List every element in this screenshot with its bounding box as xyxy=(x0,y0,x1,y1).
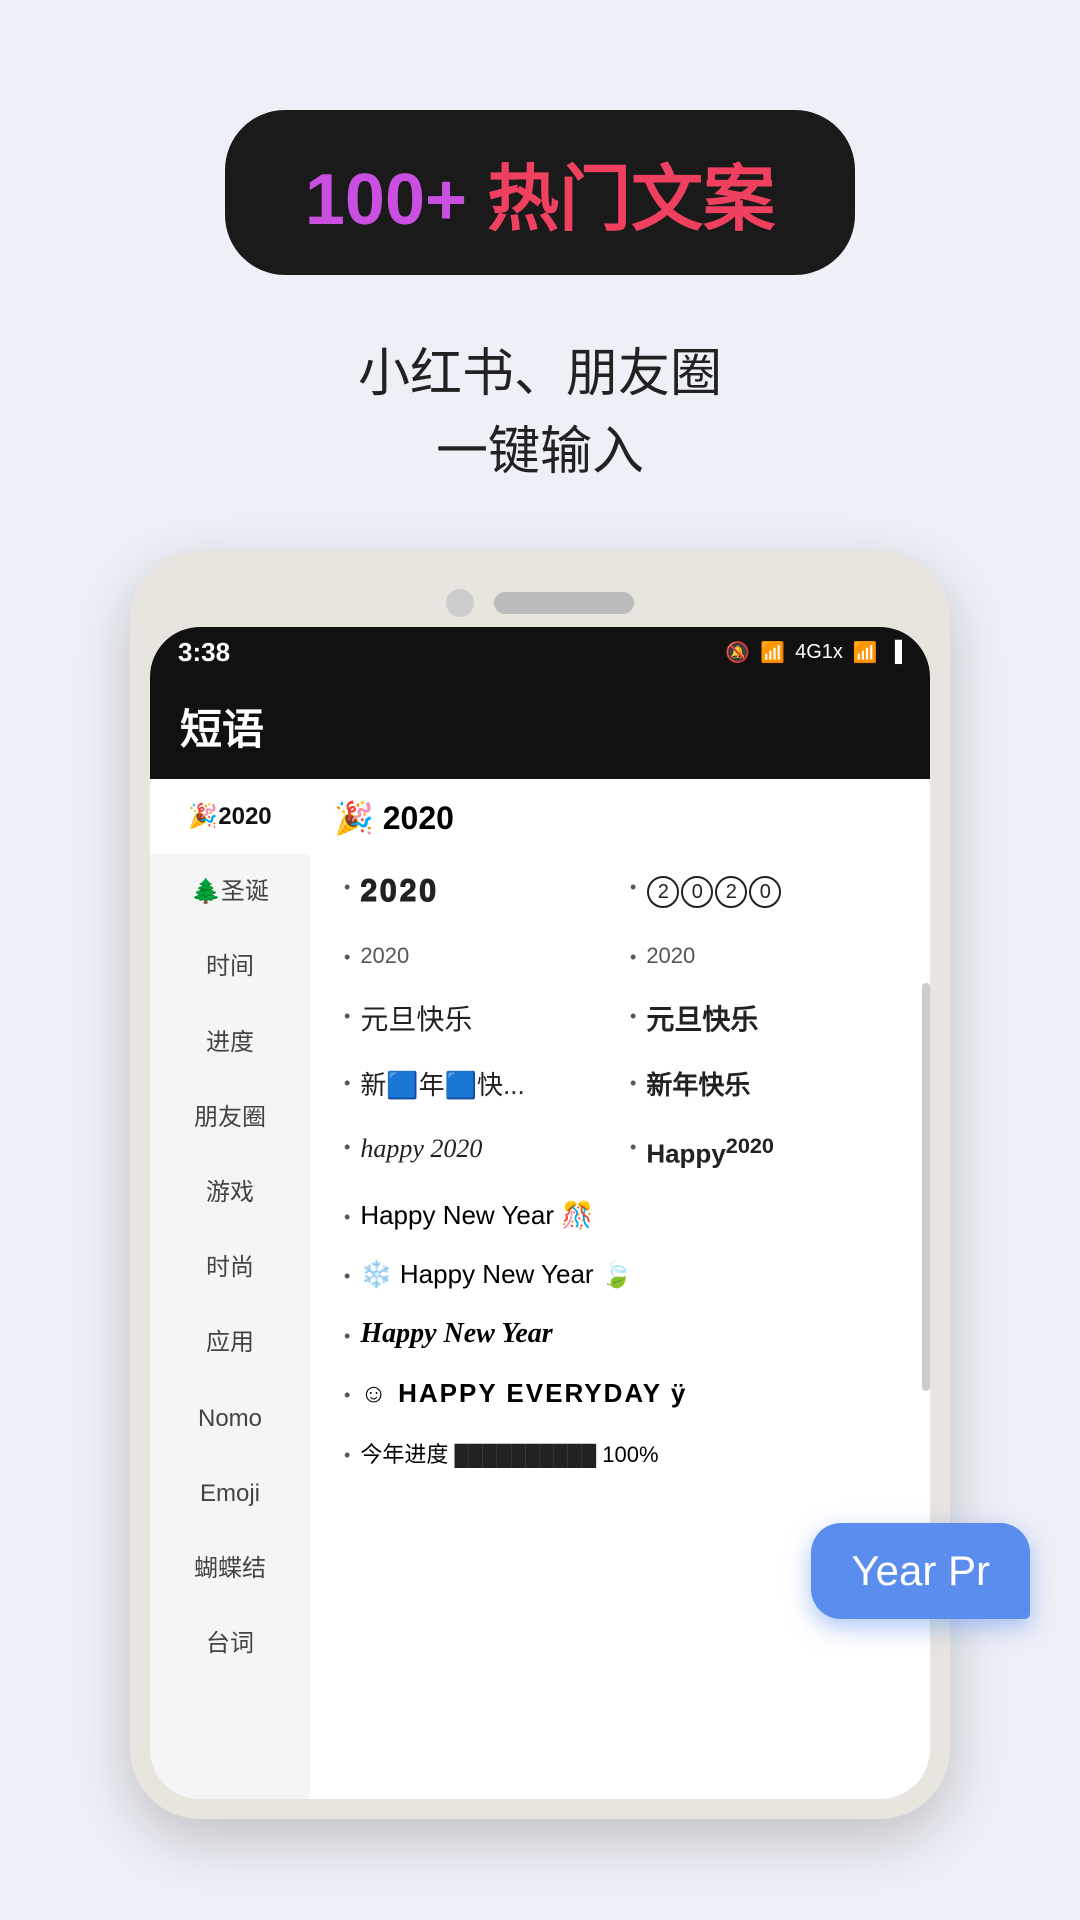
sidebar-item-app[interactable]: 应用 xyxy=(150,1305,310,1380)
badge-text: 100+ 热门文案 xyxy=(305,160,775,240)
item-text: 元旦快乐 xyxy=(646,1000,896,1039)
battery-icon: ▐ xyxy=(888,641,902,664)
items-grid: • 𝟐𝟎𝟐𝟎 • 2020 • 2020 xyxy=(334,857,906,1483)
sidebar-item-moments[interactable]: 朋友圈 xyxy=(150,1080,310,1155)
sidebar-item-nomo[interactable]: Nomo xyxy=(150,1381,310,1456)
badge-label: 热门文案 xyxy=(487,160,775,240)
bullet-icon: • xyxy=(630,945,636,970)
signal-icon: 📶 xyxy=(853,640,878,665)
notification-icon: 🔕 xyxy=(725,640,750,665)
sidebar: 🎉2020 🌲圣诞 时间 进度 朋友圈 游戏 时尚 应用 Nomo Emoji … xyxy=(150,779,310,1799)
item-text: happy 2020 xyxy=(360,1131,610,1167)
sidebar-item-christmas[interactable]: 🌲圣诞 xyxy=(150,854,310,929)
network-label: 4G1x xyxy=(795,641,843,664)
subtitle-line2: 一键输入 xyxy=(358,413,722,491)
list-item[interactable]: • ☺ HAPPY EVERYDAY ÿ xyxy=(334,1364,906,1423)
list-item[interactable]: • 2020 xyxy=(334,927,620,986)
list-item[interactable]: • 元旦快乐 xyxy=(620,986,906,1053)
status-time: 3:38 xyxy=(178,637,230,668)
list-item[interactable]: • Happy2020 xyxy=(620,1117,906,1186)
scroll-indicator xyxy=(922,983,930,1391)
item-text: 今年进度 ██████████ 100% xyxy=(360,1437,896,1469)
camera-icon xyxy=(446,589,474,617)
subtitle-line1: 小红书、朋友圈 xyxy=(358,335,722,413)
list-item[interactable]: • Happy New Year 🎊 xyxy=(334,1186,906,1245)
sidebar-item-game[interactable]: 游戏 xyxy=(150,1155,310,1230)
item-text: 2020 xyxy=(360,941,610,972)
content-area: 🎉 2020 • 𝟐𝟎𝟐𝟎 • 2020 xyxy=(310,779,930,1799)
item-text: 2020 xyxy=(646,941,896,972)
list-item[interactable]: • 2020 xyxy=(620,857,906,927)
bullet-icon: • xyxy=(630,1135,636,1160)
bubble-overlay: Year Pr xyxy=(811,1523,1030,1619)
bullet-icon: • xyxy=(630,1004,636,1029)
sidebar-item-lines[interactable]: 台词 xyxy=(150,1606,310,1681)
bullet-icon: • xyxy=(630,1071,636,1096)
app-content: 🎉2020 🌲圣诞 时间 进度 朋友圈 游戏 时尚 应用 Nomo Emoji … xyxy=(150,779,930,1799)
item-text: Happy New Year 🎊 xyxy=(360,1200,896,1231)
list-item[interactable]: • 元旦快乐 xyxy=(334,986,620,1053)
bullet-icon: • xyxy=(344,1135,350,1160)
sidebar-item-progress[interactable]: 进度 xyxy=(150,1005,310,1080)
item-text: 𝟐𝟎𝟐𝟎 xyxy=(360,871,610,913)
item-text: Happy2020 xyxy=(646,1131,896,1172)
item-text: 新🟦年🟦快... xyxy=(360,1067,610,1103)
badge-number: 100+ xyxy=(305,160,467,240)
bullet-icon: • xyxy=(344,1071,350,1096)
bullet-icon: • xyxy=(344,1004,350,1029)
item-text: ☺ HAPPY EVERYDAY ÿ xyxy=(360,1378,896,1409)
item-text: 新年快乐 xyxy=(646,1067,896,1103)
bullet-icon: • xyxy=(344,875,350,900)
speaker-icon xyxy=(494,592,634,614)
subtitle: 小红书、朋友圈 一键输入 xyxy=(358,335,722,491)
list-item[interactable]: • 𝟐𝟎𝟐𝟎 xyxy=(334,857,620,927)
sidebar-item-emoji[interactable]: Emoji xyxy=(150,1456,310,1531)
wifi-icon: 📶 xyxy=(760,640,785,665)
list-item[interactable]: • ❄️ Happy New Year 🍃 xyxy=(334,1245,906,1304)
list-item[interactable]: • 今年进度 ██████████ 100% xyxy=(334,1423,906,1483)
sidebar-item-bow[interactable]: 蝴蝶结 xyxy=(150,1531,310,1606)
status-bar: 3:38 🔕 📶 4G1x 📶 ▐ xyxy=(150,627,930,678)
bullet-icon: • xyxy=(630,875,636,900)
bullet-icon: • xyxy=(344,1326,350,1347)
list-item[interactable]: • 新🟦年🟦快... xyxy=(334,1053,620,1117)
sidebar-item-time[interactable]: 时间 xyxy=(150,929,310,1004)
status-icons: 🔕 📶 4G1x 📶 ▐ xyxy=(725,640,902,665)
bubble-text: Year Pr xyxy=(851,1547,990,1594)
bullet-icon: • xyxy=(344,945,350,970)
app-header: 短语 xyxy=(150,678,930,779)
section-title: 🎉 2020 xyxy=(334,799,906,837)
item-text: ❄️ Happy New Year 🍃 xyxy=(360,1259,896,1290)
sidebar-item-fashion[interactable]: 时尚 xyxy=(150,1230,310,1305)
item-text: 2020 xyxy=(646,871,896,908)
happy-new-year-script: Happy New Year xyxy=(360,1318,896,1350)
bullet-icon: • xyxy=(344,1385,350,1406)
app-title: 短语 xyxy=(180,696,900,757)
bullet-icon: • xyxy=(344,1445,350,1466)
list-item[interactable]: • happy 2020 xyxy=(334,1117,620,1186)
bullet-icon: • xyxy=(344,1266,350,1287)
phone-mockup: 3:38 🔕 📶 4G1x 📶 ▐ 短语 🎉2020 🌲圣诞 xyxy=(130,551,950,1819)
top-badge: 100+ 热门文案 xyxy=(225,110,855,275)
list-item[interactable]: • 2020 xyxy=(620,927,906,986)
sidebar-item-2020[interactable]: 🎉2020 xyxy=(150,779,310,854)
bullet-icon: • xyxy=(344,1207,350,1228)
list-item[interactable]: • Happy New Year xyxy=(334,1304,906,1364)
item-text: 元旦快乐 xyxy=(360,1000,610,1039)
list-item[interactable]: • 新年快乐 xyxy=(620,1053,906,1117)
